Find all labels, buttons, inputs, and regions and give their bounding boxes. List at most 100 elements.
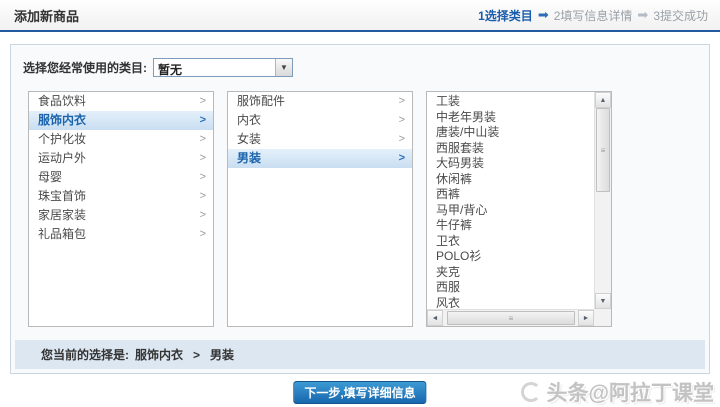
favorite-category-value: 暂无 [158, 62, 183, 76]
scroll-right-icon[interactable]: ► [578, 310, 594, 326]
scrollbar-corner [594, 309, 611, 326]
chevron-right-icon: > [199, 228, 206, 240]
category-item[interactable]: 男装 > [228, 149, 412, 168]
current-selection-level2: 男装 [210, 348, 235, 362]
vertical-scroll-thumb[interactable]: ≡ [596, 108, 610, 192]
category-item-label: 珠宝首饰 [38, 189, 87, 203]
step-fill-details: 2填写信息详情 [553, 8, 633, 23]
step-arrow-icon: ➡ [537, 7, 549, 22]
page-header: 添加新商品 1选择类目 ➡ 2填写信息详情 ➡ 3提交成功 [0, 0, 720, 32]
chevron-right-icon: > [398, 95, 405, 107]
category-item[interactable]: 牛仔裤 [427, 218, 594, 234]
category-item[interactable]: 运动户外 > [29, 149, 213, 168]
chevron-right-icon: > [199, 114, 206, 126]
category-item-label: 内衣 [237, 113, 262, 127]
category-item[interactable]: 中老年男装 [427, 110, 594, 126]
category-item-label: 工装 [436, 94, 461, 108]
category-item-label: 夹克 [436, 264, 461, 279]
category-item-label: 服饰内衣 [38, 113, 87, 127]
category-item-label: 唐装/中山装 [436, 125, 500, 139]
next-step-button[interactable]: 下一步,填写详细信息 [293, 381, 427, 404]
category-item-label: 卫衣 [436, 233, 461, 248]
chevron-right-icon: > [199, 209, 206, 221]
category-item[interactable]: 西服 [427, 280, 594, 296]
category-item[interactable]: 家居家装 > [29, 206, 213, 225]
category-item[interactable]: 女装 > [228, 130, 412, 149]
category-item-label: 西裤 [436, 187, 461, 201]
current-selection-bar: 您当前的选择是: 服饰内衣 > 男装 [15, 340, 705, 369]
horizontal-scroll-track[interactable]: ≡ [443, 310, 578, 326]
category-item[interactable]: POLO衫 [427, 249, 594, 265]
category-item-label: POLO衫 [436, 249, 482, 263]
chevron-right-icon: > [398, 133, 405, 145]
horizontal-scroll-thumb[interactable]: ≡ [447, 311, 575, 325]
category-panel: 选择您经常使用的类目: 暂无 ▼ 食品饮料 > 服饰内衣 > 个护化妆 > 运动户外 > 母婴 >… [10, 44, 710, 374]
category-item-label: 休闲裤 [436, 171, 473, 186]
category-item-label: 服饰配件 [237, 94, 286, 108]
category-item-label: 男装 [237, 151, 262, 165]
category-item[interactable]: 工装 [427, 94, 594, 110]
category-item[interactable]: 珠宝首饰 > [29, 187, 213, 206]
category-item[interactable]: 风衣 [427, 296, 594, 310]
category-item[interactable]: 大码男装 [427, 156, 594, 172]
chevron-right-icon: > [199, 152, 206, 164]
category-item[interactable]: 食品饮料 > [29, 92, 213, 111]
favorite-category-label: 选择您经常使用的类目: [23, 60, 147, 75]
step-select-category: 1选择类目 [478, 8, 533, 23]
category-item[interactable]: 服饰配件 > [228, 92, 412, 111]
category-item-label: 中老年男装 [436, 109, 497, 124]
page-title: 添加新商品 [14, 8, 80, 24]
category-item-label: 西服套装 [436, 140, 485, 155]
vertical-scroll-track[interactable]: ≡ [595, 108, 611, 293]
category-item-label: 牛仔裤 [436, 218, 473, 232]
horizontal-scrollbar[interactable]: ◄ ≡ ► [427, 309, 594, 326]
current-selection-prefix: 您当前的选择是: [41, 348, 129, 362]
category-list-level2: 服饰配件 > 内衣 > 女装 > 男装 > [227, 91, 413, 327]
chevron-right-icon: > [199, 190, 206, 202]
category-item-label: 个护化妆 [38, 132, 87, 146]
category-item[interactable]: 休闲裤 [427, 172, 594, 188]
category-item[interactable]: 西裤 [427, 187, 594, 203]
category-item[interactable]: 马甲/背心 [427, 203, 594, 219]
category-item[interactable]: 母婴 > [29, 168, 213, 187]
category-item[interactable]: 个护化妆 > [29, 130, 213, 149]
watermark: 头条@阿拉丁课堂 [520, 377, 714, 407]
scroll-up-icon[interactable]: ▲ [595, 92, 611, 108]
category-item-label: 礼品箱包 [38, 227, 87, 241]
category-item-label: 家居家装 [38, 208, 87, 222]
category-item[interactable]: 内衣 > [228, 111, 412, 130]
category-item[interactable]: 西服套装 [427, 141, 594, 157]
category-item[interactable]: 服饰内衣 > [29, 111, 213, 130]
category-item[interactable]: 唐装/中山装 [427, 125, 594, 141]
breadcrumb-separator: > [193, 347, 201, 362]
category-item-label: 母婴 [38, 170, 63, 184]
category-item-label: 运动户外 [38, 151, 87, 165]
chevron-right-icon: > [199, 95, 206, 107]
favorite-category-select[interactable]: 暂无 ▼ [153, 57, 293, 77]
category-item-label: 女装 [237, 132, 262, 146]
category-list-level3: 工装 中老年男装 唐装/中山装 西服套装 大码男装 休闲裤 西裤 马甲/背心 牛仔裤 卫衣 POLO… [426, 91, 612, 327]
dropdown-arrow-icon[interactable]: ▼ [275, 58, 292, 76]
watermark-logo-icon [520, 382, 541, 402]
chevron-right-icon: > [398, 114, 405, 126]
category-item-label: 大码男装 [436, 156, 485, 170]
category-item[interactable]: 夹克 [427, 265, 594, 281]
step-submit-success: 3提交成功 [653, 8, 708, 23]
vertical-scrollbar[interactable]: ▲ ≡ ▼ [594, 92, 611, 309]
category-item-label: 食品饮料 [38, 94, 87, 108]
scroll-down-icon[interactable]: ▼ [595, 293, 611, 309]
step-arrow-icon: ➡ [637, 7, 649, 22]
favorite-category-row: 选择您经常使用的类目: 暂无 ▼ [11, 45, 709, 79]
chevron-right-icon: > [199, 171, 206, 183]
chevron-right-icon: > [398, 152, 405, 164]
category-list-level1: 食品饮料 > 服饰内衣 > 个护化妆 > 运动户外 > 母婴 > 珠宝首饰 > 家居家装 > 礼品箱包 > [28, 91, 214, 327]
category-item-label: 西服 [436, 280, 461, 294]
category-item-label: 马甲/背心 [436, 202, 488, 217]
watermark-text: 头条@阿拉丁课堂 [546, 382, 714, 405]
scroll-left-icon[interactable]: ◄ [427, 310, 443, 326]
chevron-right-icon: > [199, 133, 206, 145]
category-item[interactable]: 礼品箱包 > [29, 225, 213, 244]
category-columns: 食品饮料 > 服饰内衣 > 个护化妆 > 运动户外 > 母婴 > 珠宝首饰 > 家居家装 > 礼品箱包 > 服… [28, 91, 612, 327]
current-selection-level1: 服饰内衣 [135, 348, 184, 362]
category-item[interactable]: 卫衣 [427, 234, 594, 250]
